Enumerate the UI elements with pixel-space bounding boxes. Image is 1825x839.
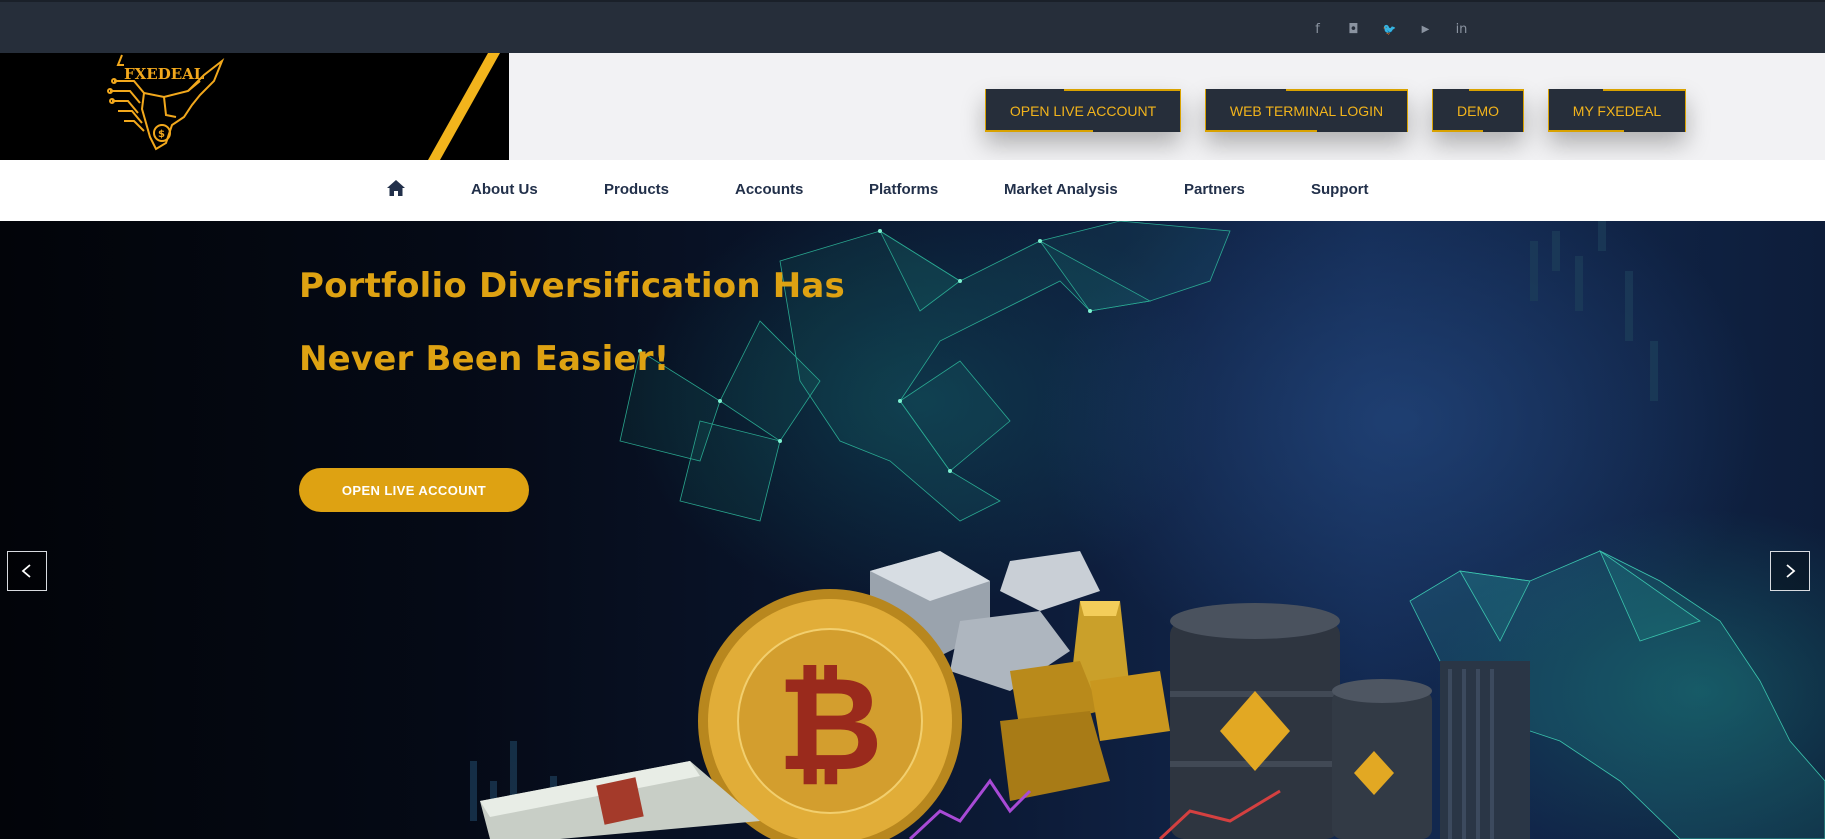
chevron-left-icon <box>21 564 31 578</box>
svg-text:₿: ₿ <box>777 648 883 800</box>
youtube-icon[interactable]: ▶ <box>1416 20 1435 39</box>
demo-button[interactable]: DEMO <box>1432 89 1524 132</box>
chevron-right-icon <box>1786 564 1796 578</box>
home-icon[interactable] <box>386 178 406 198</box>
logo-diagonal-stripe <box>428 53 500 160</box>
open-live-account-button[interactable]: OPEN LIVE ACCOUNT <box>985 89 1181 132</box>
hero-open-live-account-button[interactable]: OPEN LIVE ACCOUNT <box>299 468 529 512</box>
logo-area[interactable]: $ FXEDEAL <box>0 53 509 160</box>
nav-item-support[interactable]: Support <box>1311 181 1369 198</box>
facebook-icon[interactable]: f <box>1308 20 1327 39</box>
hero-title-line-2: Never Been Easier! <box>299 339 670 379</box>
hero-background-art: ₿ <box>470 221 1825 839</box>
nav-item-about-us[interactable]: About Us <box>471 181 538 198</box>
social-links: f ◘ 🐦 ▶ in <box>1308 20 1471 39</box>
svg-text:$: $ <box>158 129 165 140</box>
svg-text:FXEDEAL: FXEDEAL <box>124 65 205 83</box>
slider-prev-button[interactable] <box>7 551 47 591</box>
twitter-icon[interactable]: 🐦 <box>1380 20 1399 39</box>
nav-item-accounts[interactable]: Accounts <box>735 181 803 198</box>
bull-logo-icon: $ FXEDEAL <box>107 54 225 151</box>
slider-next-button[interactable] <box>1770 551 1810 591</box>
linkedin-icon[interactable]: in <box>1452 20 1471 39</box>
nav-item-partners[interactable]: Partners <box>1184 181 1245 198</box>
web-terminal-login-button[interactable]: WEB TERMINAL LOGIN <box>1205 89 1408 132</box>
my-fxedeal-button[interactable]: MY FXEDEAL <box>1548 89 1686 132</box>
nav-item-platforms[interactable]: Platforms <box>869 181 938 198</box>
hero-title-line-1: Portfolio Diversification Has <box>299 266 845 306</box>
nav-item-products[interactable]: Products <box>604 181 669 198</box>
hero-slider: ₿ Portfolio Diversification Has Never Be… <box>0 221 1825 839</box>
instagram-icon[interactable]: ◘ <box>1344 20 1363 39</box>
site-header: $ FXEDEAL OPEN LIVE ACCOUNT WEB TERMINAL… <box>0 53 1825 160</box>
top-social-bar: f ◘ 🐦 ▶ in <box>0 0 1825 53</box>
main-nav: About Us Products Accounts Platforms Mar… <box>0 160 1825 221</box>
nav-item-market-analysis[interactable]: Market Analysis <box>1004 181 1118 198</box>
